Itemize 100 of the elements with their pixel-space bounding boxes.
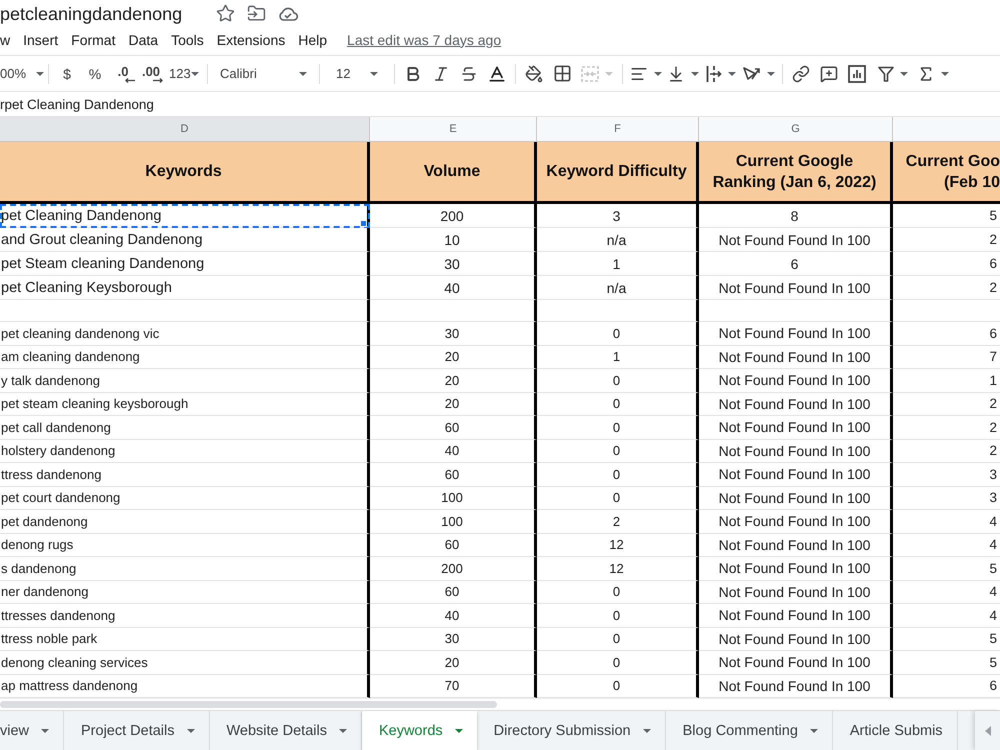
comment-icon[interactable] [820,64,838,82]
table-cell[interactable]: 60 [370,416,537,440]
table-cell[interactable]: 200 [370,557,537,580]
table-cell[interactable]: 60 [370,580,537,604]
menu-item[interactable]: w [0,30,10,48]
table-cell[interactable]: Not Found Found In 100 [699,604,893,628]
font-size-dropdown[interactable]: 12 [324,60,390,86]
table-cell[interactable]: Not Found Found In 100 [699,486,893,510]
table-cell[interactable]: 0 [537,369,699,392]
table-cell[interactable]: pet steam cleaning keysborough [0,392,370,416]
table-cell[interactable]: and Grout cleaning Dandenong [0,228,370,252]
scrollbar-thumb[interactable] [0,701,497,708]
caret-icon[interactable] [36,72,44,76]
table-cell[interactable]: 0 [537,651,699,674]
table-cell[interactable]: ttress dandenong [0,463,370,486]
last-edit-link[interactable]: Last edit was 7 days ago [347,30,502,48]
table-cell[interactable]: 5 [893,204,1000,228]
borders-icon[interactable] [552,64,572,83]
menu-item[interactable]: Help [298,30,328,48]
table-cell[interactable]: 4 [893,534,1000,557]
sheet-tab[interactable]: Keywords [362,711,477,750]
caret-icon[interactable] [941,72,949,76]
table-cell[interactable]: 5 [893,557,1000,580]
caret-icon[interactable] [767,72,775,76]
table-cell[interactable]: 12 [537,557,699,580]
table-cell[interactable]: holstery dandenong [0,440,370,463]
sheet-tab[interactable]: Directory Submission [476,711,666,750]
table-cell[interactable]: 7 [893,346,1000,369]
table-cell[interactable]: ttresses dandenong [0,604,370,628]
table-cell[interactable]: 100 [370,510,537,534]
caret-icon[interactable] [338,728,347,732]
table-cell[interactable]: 0 [537,440,699,463]
table-cell[interactable]: pet court dandenong [0,486,370,510]
table-cell[interactable]: 100 [370,486,537,510]
caret-icon[interactable] [299,72,307,76]
caret-icon[interactable] [41,728,50,732]
table-cell[interactable]: y talk dandenong [0,369,370,392]
menu-item[interactable]: Data [128,30,158,48]
table-cell[interactable]: 12 [537,534,699,557]
table-cell[interactable]: 0 [537,628,699,651]
document-title[interactable]: petcleaningdandenong [0,2,204,24]
menu-item[interactable]: Tools [171,30,204,48]
table-cell[interactable]: 0 [537,486,699,510]
percent-format-button[interactable]: % [81,60,109,86]
table-cell[interactable]: Not Found Found In 100 [699,392,893,416]
caret-icon[interactable] [642,728,651,732]
align-bottom-icon[interactable] [667,64,685,82]
table-cell[interactable]: 0 [537,604,699,628]
table-cell[interactable]: 40 [370,604,537,628]
table-cell[interactable]: 4 [893,580,1000,604]
empty-cell[interactable] [537,300,699,322]
header-cell[interactable]: Keyword Difficulty [537,142,699,204]
table-cell[interactable]: Not Found Found In 100 [699,580,893,604]
text-color-icon[interactable] [487,64,507,84]
table-cell[interactable]: Not Found Found In 100 [699,557,893,580]
empty-cell[interactable] [0,300,370,322]
column-letter-header[interactable]: F [537,117,699,142]
caret-icon[interactable] [454,728,463,732]
table-cell[interactable]: 2 [893,276,1000,300]
italic-icon[interactable] [432,64,450,82]
zoom-dropdown[interactable]: 00% [0,60,44,86]
table-cell[interactable]: Not Found Found In 100 [699,510,893,534]
table-cell[interactable]: 60 [370,463,537,486]
table-cell[interactable]: 0 [537,416,699,440]
table-cell[interactable]: 2 [537,510,699,534]
paint-bucket-icon[interactable] [525,64,543,82]
sheet-tab[interactable]: view [0,711,64,750]
header-cell[interactable]: Keywords [0,142,370,204]
star-icon[interactable] [216,4,235,23]
caret-icon[interactable] [691,72,699,76]
table-cell[interactable]: pet cleaning dandenong vic [0,322,370,346]
empty-cell[interactable] [370,300,537,322]
table-cell[interactable]: 2 [893,392,1000,416]
caret-icon[interactable] [728,72,736,76]
table-cell[interactable]: Not Found Found In 100 [699,276,893,300]
sheet-tab[interactable]: Article Submis [832,711,958,750]
table-cell[interactable]: 10 [370,228,537,252]
currency-format-button[interactable]: $ [53,60,81,86]
table-cell[interactable]: s dandenong [0,557,370,580]
table-cell[interactable]: denong cleaning services [0,651,370,674]
table-cell[interactable]: 5 [893,628,1000,651]
sheet-tab[interactable]: Blog Commenting [666,711,833,750]
table-cell[interactable]: 30 [370,322,537,346]
table-cell[interactable]: Not Found Found In 100 [699,369,893,392]
table-cell[interactable]: Not Found Found In 100 [699,416,893,440]
table-cell[interactable]: Not Found Found In 100 [699,651,893,674]
sheet-tab[interactable]: Project Details [64,711,210,750]
table-cell[interactable]: 40 [370,276,537,300]
number-format-dropdown[interactable]: 123 [165,60,203,86]
filter-icon[interactable] [878,66,894,82]
table-cell[interactable]: 1 [537,346,699,369]
table-cell[interactable]: 3 [893,486,1000,510]
table-cell[interactable]: 20 [370,369,537,392]
table-cell[interactable]: 30 [370,252,537,276]
decrease-decimal-button[interactable]: .0 [109,60,137,86]
table-cell[interactable]: 8 [699,204,893,228]
folder-arrow-icon[interactable] [247,4,266,23]
table-cell[interactable]: Not Found Found In 100 [699,346,893,369]
table-cell[interactable]: 0 [537,580,699,604]
table-cell[interactable]: Not Found Found In 100 [699,440,893,463]
